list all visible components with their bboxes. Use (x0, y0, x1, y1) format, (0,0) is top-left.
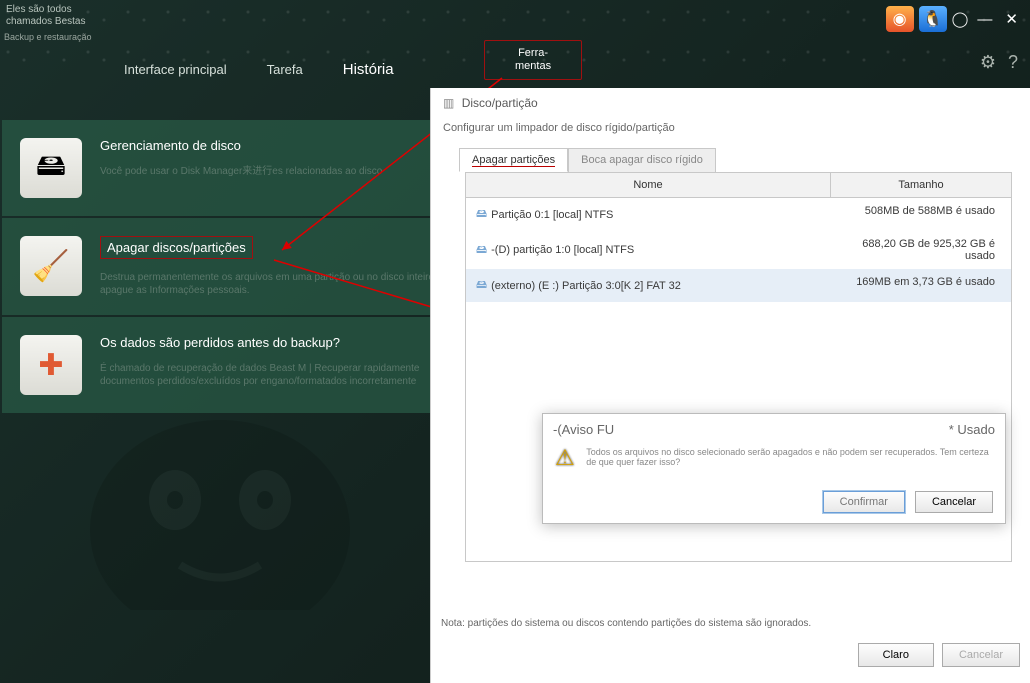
feature-erase-partitions[interactable]: 🧹 Apagar discos/partições Destrua perman… (2, 218, 462, 315)
nav-main[interactable]: Interface principal (124, 62, 227, 77)
cancel-button[interactable]: Cancelar (915, 491, 993, 513)
panel-subtitle: Configurar um limpador de disco rígido/p… (431, 118, 1030, 148)
column-header-name[interactable]: Nome (466, 173, 831, 197)
disk-partition-panel: ▥ Disco/partição Configurar um limpador … (430, 88, 1030, 683)
partition-icon: ▥ (443, 96, 454, 110)
mascot-face-icon (80, 380, 360, 610)
broom-icon: 🧹 (20, 236, 82, 296)
feature-title: Os dados são perdidos antes do backup? (100, 335, 450, 350)
column-header-size[interactable]: Tamanho (831, 173, 1011, 197)
window-title-block: Eles são todos chamados Bestas (6, 4, 86, 28)
gear-icon[interactable]: ⚙ (980, 52, 996, 73)
medical-cross-icon: ✚ (20, 335, 82, 395)
bottom-cancel-button[interactable]: Cancelar (942, 643, 1020, 667)
feature-title: Gerenciamento de disco (100, 138, 450, 153)
panel-title: ▥ Disco/partição (431, 88, 1030, 118)
nav-tools[interactable]: Ferra- mentas (484, 40, 582, 80)
feature-title: Apagar discos/partições (100, 236, 253, 259)
nav-task[interactable]: Tarefa (267, 62, 303, 77)
help-icon[interactable]: ? (1008, 52, 1018, 73)
weibo-icon[interactable]: ◉ (886, 6, 914, 32)
tab-erase-partitions[interactable]: Apagar partições (459, 148, 568, 172)
panel-note: Nota: partições do sistema ou discos con… (441, 618, 811, 629)
warning-triangle-icon: ⚠ (555, 445, 576, 469)
window-subtitle: Backup e restauração (4, 32, 92, 42)
confirm-button[interactable]: Confirmar (823, 491, 905, 513)
disk-drive-icon: 🖴 (20, 138, 82, 198)
partition-table: Nome Tamanho 🖴Partição 0:1 [local] NTFS … (465, 172, 1012, 562)
table-row[interactable]: 🖴Partição 0:1 [local] NTFS 508MB de 588M… (466, 198, 1011, 231)
drive-icon: 🖴 (476, 241, 487, 260)
dialog-message: Todos os arquivos no disco selecionado s… (586, 447, 993, 467)
table-row[interactable]: 🖴(externo) (E :) Partição 3:0[K 2] FAT 3… (466, 269, 1011, 302)
drive-icon: 🖴 (476, 276, 487, 295)
minimize-button[interactable]: — (973, 11, 996, 28)
drive-icon: 🖴 (476, 205, 487, 224)
tab-erase-disk[interactable]: Boca apagar disco rígido (568, 148, 716, 172)
tshirt-icon[interactable]: ◯ (952, 10, 969, 28)
feature-disk-management[interactable]: 🖴 Gerenciamento de disco Você pode usar … (2, 120, 462, 216)
qq-icon[interactable]: 🐧 (919, 6, 947, 32)
close-button[interactable]: ✕ (1001, 10, 1022, 28)
table-row[interactable]: 🖴-(D) partição 1:0 [local] NTFS 688,20 G… (466, 231, 1011, 269)
dialog-title: -(Aviso FU (553, 422, 614, 437)
feature-desc: Você pode usar o Disk Manager来进行es relac… (100, 165, 450, 178)
dialog-used-label: * Usado (949, 422, 995, 437)
warning-dialog: -(Aviso FU * Usado ⚠ Todos os arquivos n… (542, 413, 1006, 524)
nav-history[interactable]: História (343, 61, 394, 78)
feature-desc: Destrua permanentemente os arquivos em u… (100, 271, 450, 297)
ok-button[interactable]: Claro (858, 643, 934, 667)
